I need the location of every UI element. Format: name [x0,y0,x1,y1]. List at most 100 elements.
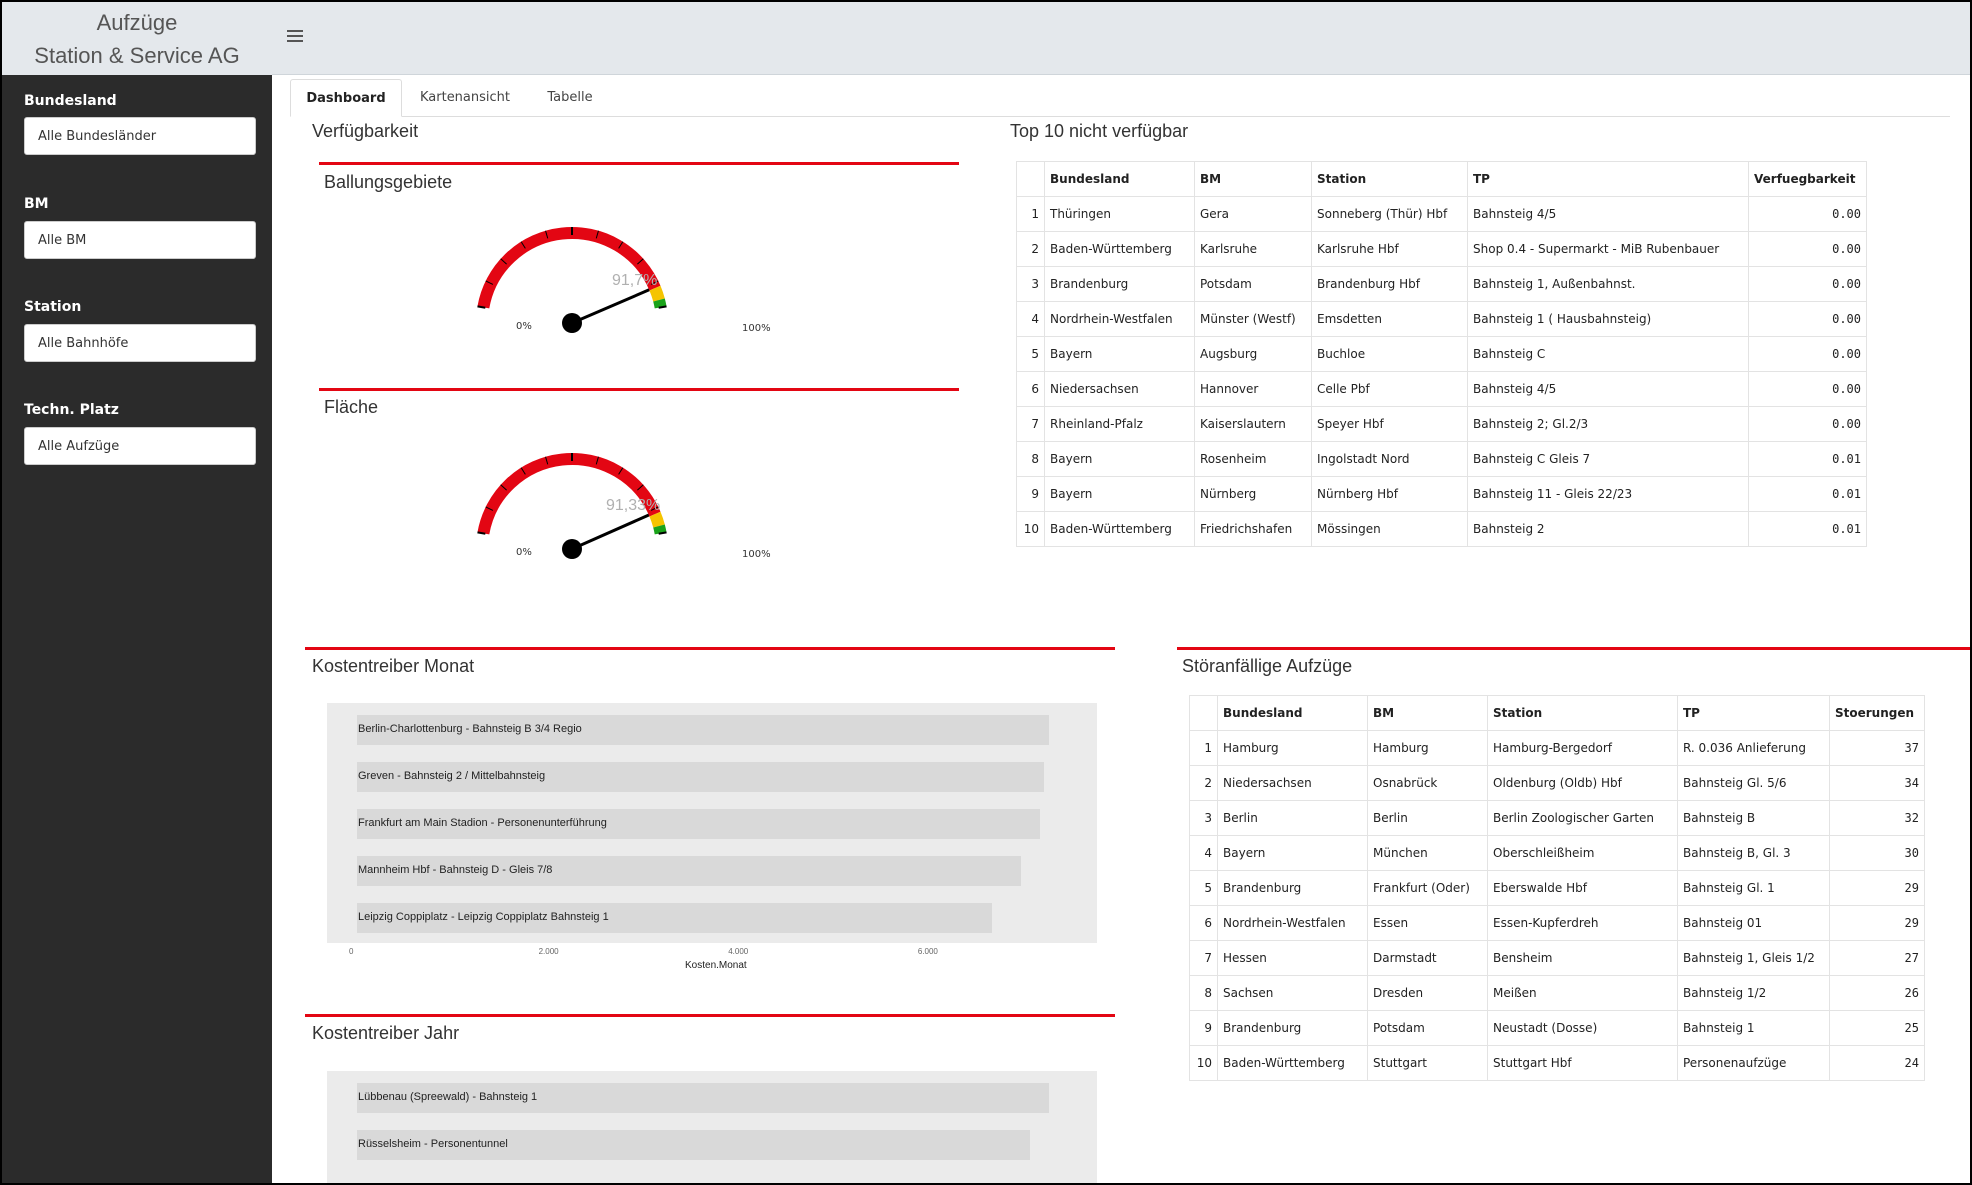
table-cell: Dresden [1367,975,1488,1011]
table-row: 4 Nordrhein-Westfalen Münster (Westf) Emsde… [1016,301,1867,337]
tab-dashboard[interactable]: Dashboard [290,79,402,117]
app-title-line2: Station & Service AG [34,43,240,68]
table-cell: 29 [1829,905,1925,941]
table-cell: Baden-Württemberg [1217,1045,1368,1081]
table-cell: Nürnberg [1194,476,1312,512]
gauge-max-label: 100% [742,323,771,334]
tab-kartenansicht[interactable]: Kartenansicht [408,79,522,117]
select-bundesland[interactable]: Alle Bundesländer [24,117,256,155]
column-header[interactable]: BM [1367,695,1488,731]
table-cell: Mössingen [1311,511,1468,547]
table-cell: Bahnsteig 4/5 [1467,371,1749,407]
table-cell: Hessen [1217,940,1368,976]
column-header[interactable]: TP [1677,695,1830,731]
gauge-hub [562,539,582,559]
column-header[interactable]: Bundesland [1044,161,1195,197]
x-tick-label: 4.000 [728,947,749,956]
table-row: 3 Brandenburg Potsdam Brandenburg Hbf Bahnst… [1016,266,1867,302]
table-row: 5 Brandenburg Frankfurt (Oder) Eberswalde H… [1189,870,1925,906]
table-row: 9 Bayern Nürnberg Nürnberg Hbf Bahnsteig 11 … [1016,476,1867,512]
table-row: 2 Niedersachsen Osnabrück Oldenburg (Oldb) … [1189,765,1925,801]
kosten-monat-title: Kostentreiber Monat [312,656,475,676]
gauge-tick [658,531,667,535]
table-cell: Bayern [1044,336,1195,372]
table-cell: Meißen [1487,975,1678,1011]
column-header[interactable]: Station [1487,695,1678,731]
bar-label: Mannheim Hbf - Bahnsteig D - Gleis 7/8 [358,864,553,876]
table-cell: Bahnsteig Gl. 5/6 [1677,765,1830,801]
column-header[interactable]: Stoerungen [1829,695,1925,731]
hamburger-icon[interactable] [287,30,303,42]
table-cell: Bahnsteig 4/5 [1467,196,1749,232]
table-cell: Darmstadt [1367,940,1488,976]
bar-label: Berlin-Charlottenburg - Bahnsteig B 3/4 … [358,723,582,735]
column-header[interactable] [1189,695,1218,731]
gauge-tick [658,305,667,309]
stoer-title: Störanfällige Aufzüge [1182,656,1353,676]
table-cell: Sachsen [1217,975,1368,1011]
table-cell: 27 [1829,940,1925,976]
gauge-tick [477,305,486,309]
kosten-monat-xlabel: Kosten.Monat [685,960,747,971]
table-cell: 0.00 [1748,371,1867,407]
table-cell: 9 [1016,476,1045,512]
table-cell: Bahnsteig 1 ( Hausbahnsteig) [1467,301,1749,337]
filter-label-bm: BM [24,196,49,212]
select-station[interactable]: Alle Bahnhöfe [24,324,256,362]
table-cell: Berlin Zoologischer Garten [1487,800,1678,836]
select-techn-platz[interactable]: Alle Aufzüge [24,427,256,465]
column-header[interactable]: Verfuegbarkeit [1748,161,1867,197]
table-row: 8 Bayern Rosenheim Ingolstadt Nord Bahnsteig… [1016,441,1867,477]
gauge-value-ballungsgebiete: 91,7% [612,272,658,289]
bar-label: Rüsselsheim - Personentunnel [358,1138,508,1150]
gauge-band [649,511,665,528]
table-cell: Eberswalde Hbf [1487,870,1678,906]
table-cell: 24 [1829,1045,1925,1081]
table-cell: 10 [1189,1045,1218,1081]
table-cell: 9 [1189,1010,1218,1046]
table-row: 6 Nordrhein-Westfalen Essen Essen-Kupferdre… [1189,905,1925,941]
app-logo: Aufzüge Station & Service AG [2,2,272,75]
table-cell: Brandenburg Hbf [1311,266,1468,302]
table-cell: Kaiserslautern [1194,406,1312,442]
table-cell: 2 [1189,765,1218,801]
table-cell: Bahnsteig 2; Gl.2/3 [1467,406,1749,442]
table-cell: Baden-Württemberg [1044,231,1195,267]
table-cell: Brandenburg [1044,266,1195,302]
table-cell: Baden-Württemberg [1044,511,1195,547]
table-cell: 0.01 [1748,441,1867,477]
column-header[interactable]: Bundesland [1217,695,1368,731]
table-cell: Hannover [1194,371,1312,407]
table-cell: 32 [1829,800,1925,836]
table-cell: 3 [1016,266,1045,302]
table-cell: Rheinland-Pfalz [1044,406,1195,442]
tab-tabelle[interactable]: Tabelle [530,79,610,117]
table-cell: 1 [1189,730,1218,766]
table-cell: Bahnsteig 1, Gleis 1/2 [1677,940,1830,976]
gauge-min-label: 0% [516,547,532,558]
table-cell: Thüringen [1044,196,1195,232]
table-cell: Bahnsteig 01 [1677,905,1830,941]
gauge-needle [571,288,650,325]
table-row: 6 Niedersachsen Hannover Celle Pbf Bahnsteig… [1016,371,1867,407]
column-header[interactable]: Station [1311,161,1468,197]
column-header[interactable]: TP [1467,161,1749,197]
table-cell: Bensheim [1487,940,1678,976]
bar-label: Frankfurt am Main Stadion - Personenunte… [358,817,607,829]
select-bm[interactable]: Alle BM [24,221,256,259]
table-row: 7 Rheinland-Pfalz Kaiserslautern Speyer Hbf… [1016,406,1867,442]
column-header[interactable] [1016,161,1045,197]
table-cell: Emsdetten [1311,301,1468,337]
table-cell: 2 [1016,231,1045,267]
gauge-ballungsgebiete [477,227,667,333]
table-cell: Bayern [1044,476,1195,512]
table-cell: Brandenburg [1217,1010,1368,1046]
table-cell: Bahnsteig 11 - Gleis 22/23 [1467,476,1749,512]
tab-bar: Dashboard Kartenansicht Tabelle [290,79,1950,117]
table-cell: 4 [1189,835,1218,871]
table-cell: Niedersachsen [1217,765,1368,801]
table-cell: Bahnsteig 1 [1677,1010,1830,1046]
table-row: 10 Baden-Württemberg Stuttgart Stuttgart Hb… [1189,1045,1925,1081]
gauge-needle [571,513,650,551]
column-header[interactable]: BM [1194,161,1312,197]
